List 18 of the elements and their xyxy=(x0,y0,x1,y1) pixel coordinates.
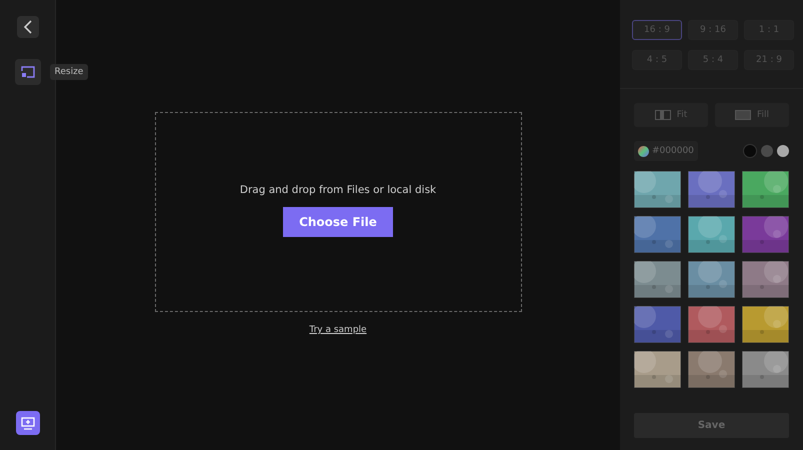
fill-icon xyxy=(734,110,751,120)
drop-zone[interactable]: Drag and drop from Files or local disk Choose File xyxy=(154,112,522,312)
chevron-left-icon xyxy=(22,20,32,34)
resize-icon xyxy=(20,66,34,78)
color-dot[interactable] xyxy=(761,145,773,157)
choose-file-button[interactable]: Choose File xyxy=(283,207,393,237)
sample-link[interactable]: Try a sample xyxy=(309,325,367,335)
color-wheel-icon xyxy=(638,146,649,156)
color-dot[interactable] xyxy=(777,145,789,157)
fit-icon xyxy=(654,110,671,120)
resize-button[interactable] xyxy=(14,59,40,85)
color-field[interactable]: #000000 xyxy=(634,141,698,161)
back-button[interactable] xyxy=(16,16,38,38)
drop-hint: Drag and drop from Files or local disk xyxy=(240,184,436,196)
export-button[interactable] xyxy=(16,411,40,435)
color-dot[interactable] xyxy=(743,144,757,158)
monitor-icon xyxy=(20,416,34,430)
tooltip: Resize xyxy=(50,64,88,80)
